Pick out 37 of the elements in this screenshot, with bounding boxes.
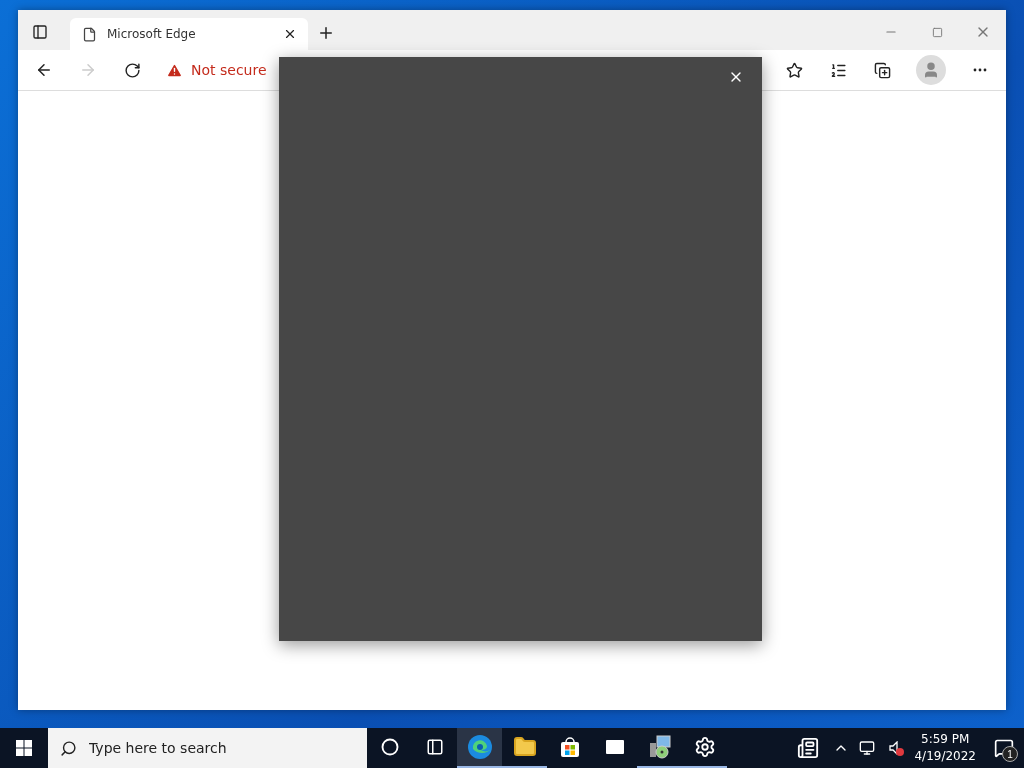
task-view-icon [425, 738, 444, 756]
folder-icon [512, 735, 537, 759]
person-icon [922, 61, 940, 79]
network-icon [859, 740, 876, 756]
clock-date: 4/19/2022 [914, 748, 976, 765]
settings-icon [693, 736, 716, 758]
more-icon [973, 68, 987, 72]
star-icon [785, 61, 803, 79]
list-icon [829, 61, 847, 79]
search-field[interactable]: Type here to search [87, 739, 367, 757]
windows-logo-icon [16, 740, 32, 756]
tab-title: Microsoft Edge [107, 27, 197, 41]
forward-arrow-icon [79, 61, 97, 79]
notification-icon [994, 738, 1014, 758]
search-icon [60, 739, 77, 757]
speaker-icon [888, 741, 898, 755]
close-icon [283, 27, 297, 41]
security-label: Not secure [191, 62, 267, 78]
clock-time: 5:59 PM [921, 731, 970, 748]
notifications-button[interactable]: 1 [984, 728, 1024, 768]
warning-icon [166, 61, 183, 79]
tabs-panel-icon [32, 24, 48, 40]
plus-icon [317, 24, 335, 42]
browser-tab[interactable]: Microsoft Edge [70, 18, 308, 50]
search-box[interactable]: Type here to search [48, 728, 367, 768]
muted-icon [896, 748, 905, 756]
profile-avatar[interactable] [916, 55, 946, 85]
notification-count: 1 [1002, 746, 1018, 762]
edge-logo-icon [466, 734, 493, 760]
news-icon [797, 737, 820, 759]
cortana-circle-icon [380, 738, 399, 756]
page-icon [82, 26, 97, 42]
collections-icon [873, 61, 891, 79]
refresh-icon [123, 61, 141, 79]
clock[interactable]: 5:59 PM 4/19/2022 [906, 731, 984, 765]
taskbar-app-button[interactable] [457, 728, 502, 768]
maximize-icon [931, 26, 943, 38]
